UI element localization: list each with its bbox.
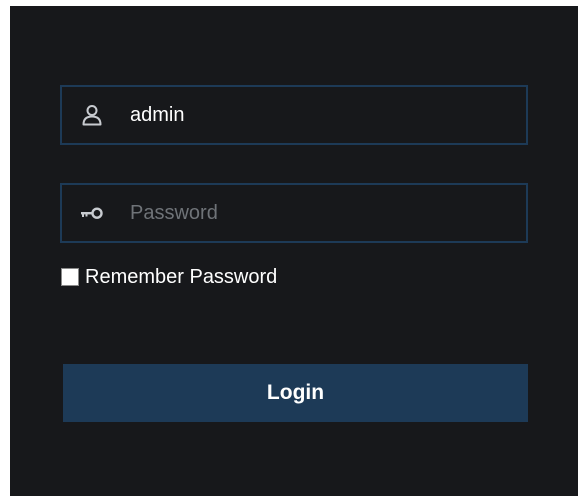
- remember-password-checkbox[interactable]: [61, 268, 79, 286]
- key-icon: [80, 201, 104, 225]
- username-field[interactable]: [60, 85, 528, 145]
- user-icon: [80, 103, 104, 127]
- login-button[interactable]: Login: [63, 364, 528, 422]
- password-field[interactable]: [60, 183, 528, 243]
- username-input[interactable]: [130, 87, 510, 143]
- password-input[interactable]: [130, 185, 510, 241]
- login-panel: Remember Password Login: [10, 6, 578, 496]
- remember-password-label: Remember Password: [85, 266, 278, 288]
- remember-password-option[interactable]: Remember Password: [61, 265, 277, 289]
